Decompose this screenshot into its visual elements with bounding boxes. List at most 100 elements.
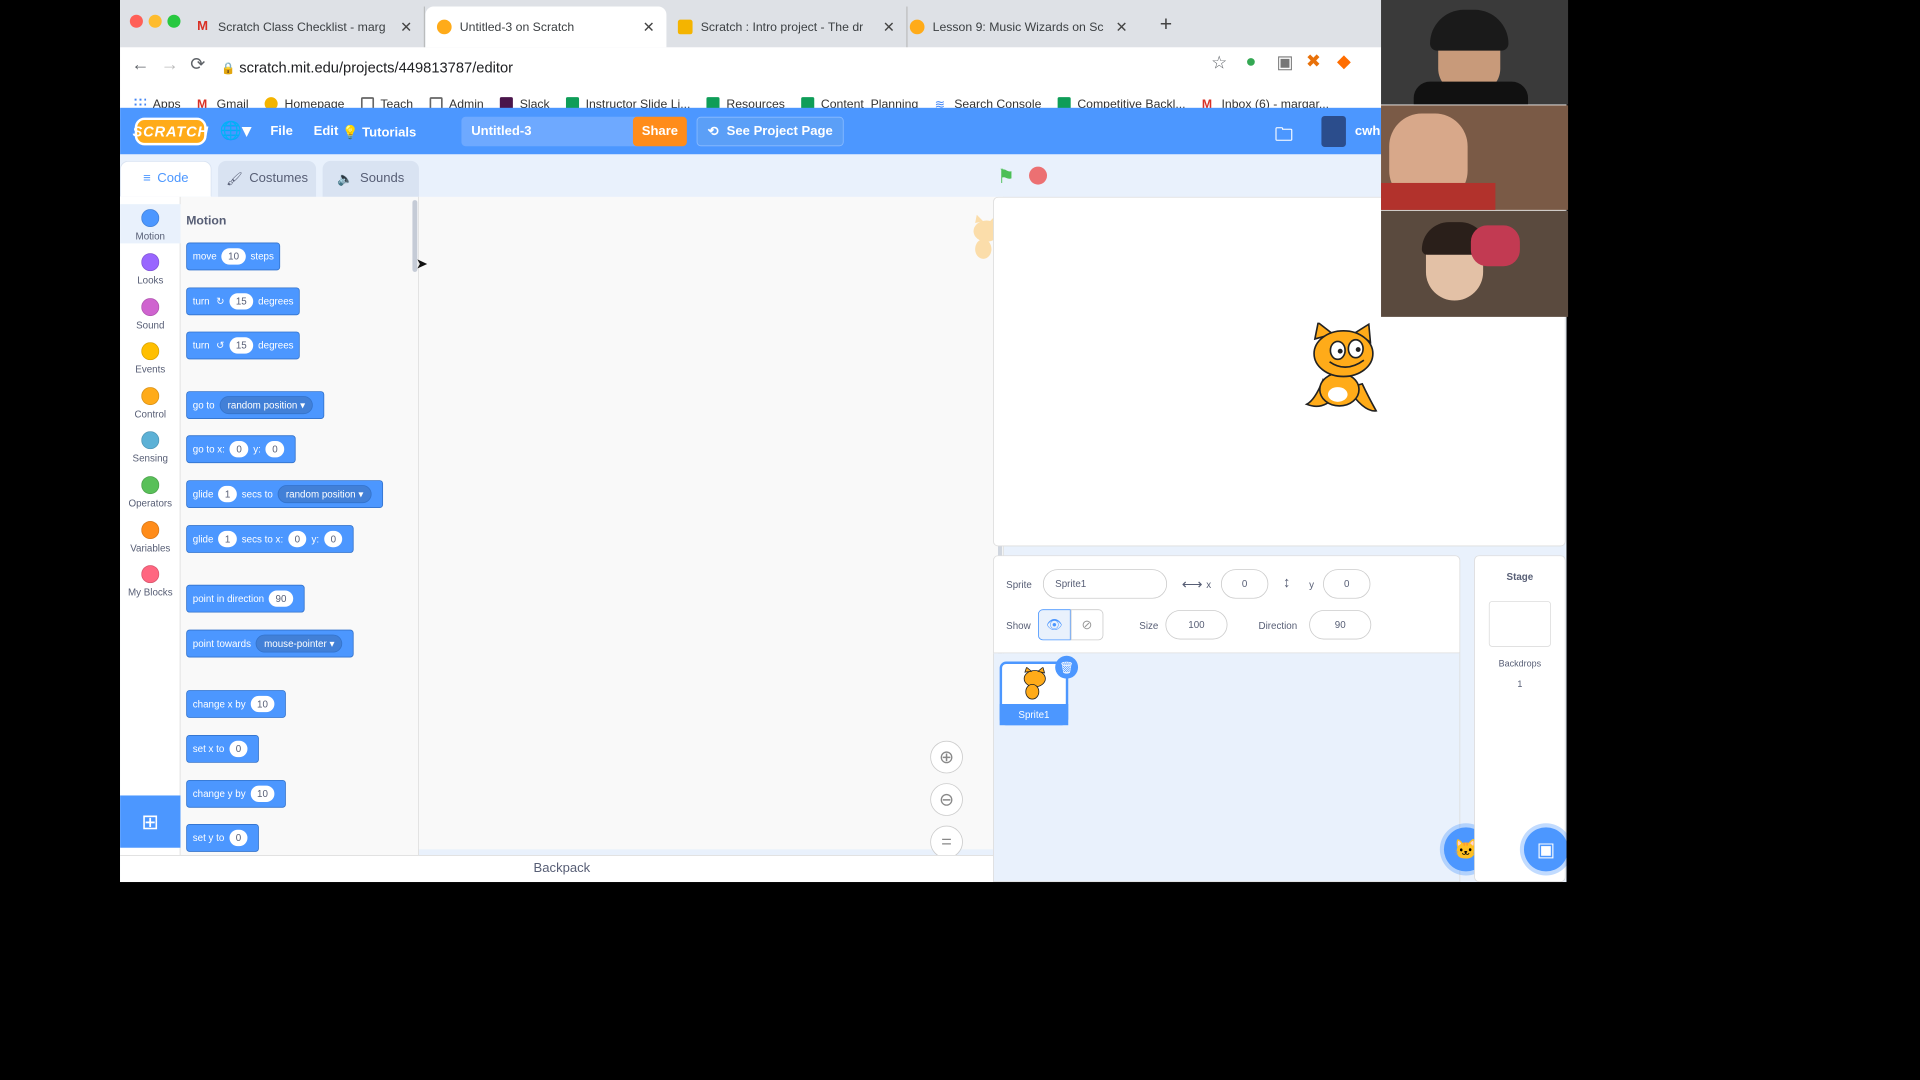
- block-number-input[interactable]: 0: [288, 530, 307, 548]
- category-variables[interactable]: Variables: [120, 521, 180, 554]
- category-looks[interactable]: Looks: [120, 253, 180, 286]
- x-input[interactable]: 0: [1220, 569, 1269, 599]
- minimize-window-button[interactable]: [148, 14, 162, 28]
- tab-code[interactable]: ≡ Code: [120, 160, 212, 197]
- cat-sprite[interactable]: [1299, 321, 1397, 425]
- tab-costumes[interactable]: 🖌 Costumes: [218, 160, 317, 197]
- show-visible-button[interactable]: 👁: [1038, 609, 1071, 641]
- block-point-towards[interactable]: point towards mouse-pointer ▾: [186, 629, 355, 658]
- back-icon[interactable]: ←: [131, 54, 149, 75]
- block-number-input[interactable]: 0: [229, 740, 248, 758]
- block-go-to-xy[interactable]: go to x: 0 y: 0: [186, 435, 296, 464]
- block-dropdown[interactable]: random position ▾: [277, 485, 372, 504]
- block-dropdown[interactable]: random position ▾: [219, 396, 314, 415]
- scratch-icon: [436, 19, 452, 35]
- code-workspace[interactable]: [418, 196, 1004, 850]
- block-change-y[interactable]: change y by 10: [186, 779, 286, 808]
- block-number-input[interactable]: 10: [250, 785, 275, 802]
- my-stuff-folder-icon[interactable]: 🗀: [1275, 121, 1293, 152]
- address-bar[interactable]: 🔒 scratch.mit.edu/projects/449813787/edi…: [218, 51, 1361, 84]
- zoom-reset-button[interactable]: =: [930, 825, 963, 859]
- category-label: Operators: [128, 497, 173, 509]
- category-events[interactable]: Events: [120, 342, 180, 375]
- tab-sounds[interactable]: 🔈 Sounds: [322, 160, 419, 197]
- globe-icon[interactable]: 🌐▾: [220, 120, 251, 141]
- scratch-logo[interactable]: SCRATCH: [132, 117, 208, 146]
- extension-puzzle-icon[interactable]: ◆: [1337, 51, 1351, 72]
- block-dropdown[interactable]: mouse-pointer ▾: [255, 634, 343, 653]
- see-project-page-button[interactable]: ⟲ See Project Page: [696, 116, 844, 147]
- category-my-blocks[interactable]: My Blocks: [120, 565, 180, 598]
- y-arrows-icon: ↕: [1283, 574, 1291, 591]
- direction-input[interactable]: 90: [1309, 610, 1372, 640]
- block-glide-to[interactable]: glide 1 secs to random position ▾: [186, 480, 383, 508]
- block-turn-left[interactable]: turn ↺ 15 degrees: [186, 331, 301, 360]
- close-window-button[interactable]: [129, 14, 143, 28]
- block-number-input[interactable]: 90: [269, 590, 293, 607]
- block-number-input[interactable]: 0: [324, 530, 343, 548]
- scratch-icon: [909, 19, 925, 35]
- close-tab-icon[interactable]: ✕: [400, 18, 412, 35]
- zoom-reset-icon: =: [941, 831, 952, 852]
- edit-menu[interactable]: Edit: [314, 124, 339, 139]
- add-extension-button[interactable]: ⊞: [120, 795, 181, 848]
- green-flag-icon[interactable]: ⚑: [997, 165, 1015, 189]
- block-go-to[interactable]: go to random position ▾: [186, 391, 325, 419]
- zoom-in-button[interactable]: ⊕: [930, 740, 963, 774]
- block-glide-xy[interactable]: glide 1 secs to x: 0 y: 0: [186, 525, 355, 553]
- browser-tab-lesson[interactable]: Lesson 9: Music Wizards on Sc ✕: [898, 7, 1139, 48]
- block-number-input[interactable]: 0: [229, 441, 249, 458]
- avatar[interactable]: [1321, 115, 1346, 148]
- block-change-x[interactable]: change x by 10: [186, 690, 286, 718]
- sprite-name-input[interactable]: Sprite1: [1042, 569, 1168, 599]
- block-number-input[interactable]: 15: [229, 293, 254, 310]
- close-tab-icon[interactable]: ✕: [1116, 18, 1128, 35]
- zoom-out-button[interactable]: ⊖: [930, 783, 963, 816]
- block-set-x[interactable]: set x to 0: [186, 735, 260, 763]
- block-number-input[interactable]: 0: [265, 441, 285, 458]
- eye-icon: 👁: [1046, 618, 1063, 633]
- file-menu[interactable]: File: [270, 124, 293, 139]
- category-motion[interactable]: Motion: [120, 204, 181, 244]
- new-tab-button[interactable]: +: [1160, 11, 1172, 36]
- choose-backdrop-button[interactable]: ▣: [1523, 827, 1567, 872]
- browser-tab-untitled[interactable]: Untitled-3 on Scratch ✕: [425, 6, 667, 48]
- project-title-input[interactable]: Untitled-3: [461, 116, 647, 147]
- block-number-input[interactable]: 10: [250, 695, 275, 713]
- category-control[interactable]: Control: [120, 387, 180, 420]
- extension-x-icon[interactable]: ✖: [1306, 51, 1321, 72]
- block-number-input[interactable]: 1: [218, 485, 237, 503]
- block-number-input[interactable]: 10: [221, 248, 246, 265]
- show-hidden-button[interactable]: ⊘: [1070, 609, 1104, 641]
- username[interactable]: cwh: [1355, 124, 1380, 139]
- extension-icon[interactable]: ▣: [1277, 51, 1294, 72]
- block-set-y[interactable]: set y to 0: [186, 824, 260, 852]
- block-number-input[interactable]: 0: [229, 829, 248, 847]
- stop-icon[interactable]: [1029, 166, 1048, 185]
- close-tab-icon[interactable]: ✕: [883, 18, 895, 35]
- close-tab-icon[interactable]: ✕: [643, 18, 655, 35]
- size-input[interactable]: 100: [1165, 610, 1228, 640]
- grammarly-extension-icon[interactable]: ●: [1245, 51, 1256, 72]
- forward-icon[interactable]: →: [161, 54, 179, 75]
- browser-tab-checklist[interactable]: M Scratch Class Checklist - marg ✕: [184, 6, 425, 48]
- block-text: point towards: [192, 637, 252, 650]
- block-number-input[interactable]: 1: [218, 530, 237, 548]
- backpack[interactable]: Backpack: [120, 855, 1004, 883]
- block-number-input[interactable]: 15: [229, 337, 254, 354]
- share-button[interactable]: Share: [632, 116, 687, 147]
- delete-sprite-button[interactable]: 🗑: [1055, 655, 1079, 679]
- category-sensing[interactable]: Sensing: [120, 431, 180, 464]
- category-operators[interactable]: Operators: [120, 476, 180, 509]
- block-point-in-direction[interactable]: point in direction 90: [186, 584, 305, 613]
- y-input[interactable]: 0: [1323, 569, 1371, 599]
- block-text: y:: [253, 443, 261, 455]
- block-move-steps[interactable]: move 10 steps: [186, 242, 281, 271]
- category-sound[interactable]: Sound: [120, 298, 180, 331]
- tutorials-menu[interactable]: 💡 Tutorials: [342, 124, 416, 140]
- browser-tab-intro[interactable]: Scratch : Intro project - The dr ✕: [666, 6, 908, 48]
- block-turn-right[interactable]: turn ↻ 15 degrees: [186, 287, 301, 316]
- star-icon[interactable]: ☆: [1211, 52, 1227, 73]
- reload-icon[interactable]: ⟳: [190, 54, 205, 75]
- maximize-window-button[interactable]: [167, 14, 181, 28]
